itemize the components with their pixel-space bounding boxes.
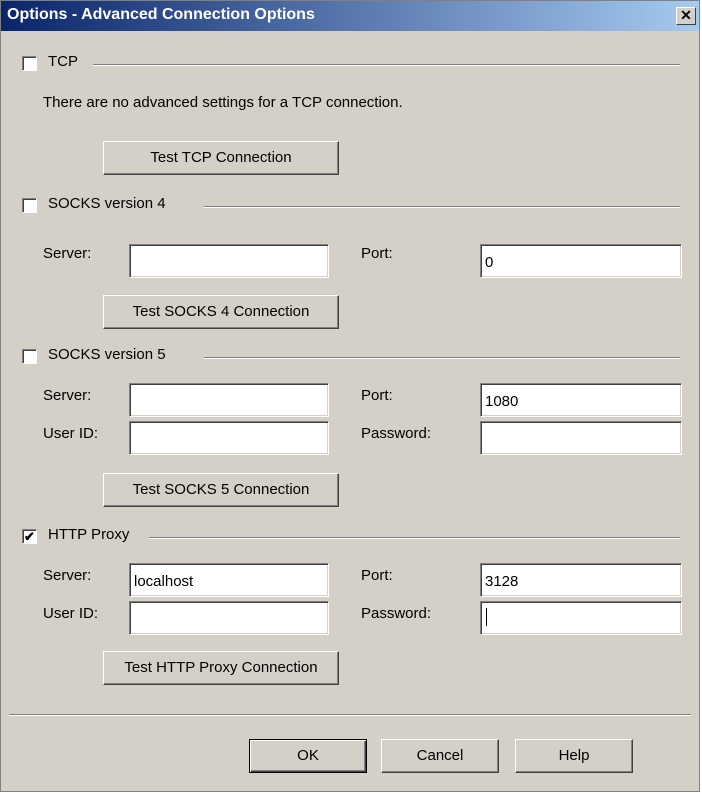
- http-userid-input[interactable]: [129, 601, 329, 635]
- http-proxy-checkbox[interactable]: ✔: [22, 529, 37, 544]
- test-socks4-button[interactable]: Test SOCKS 4 Connection: [103, 295, 339, 329]
- tcp-group-label: TCP: [48, 53, 78, 70]
- socks5-server-input[interactable]: [129, 383, 329, 417]
- window-title: Options - Advanced Connection Options: [7, 6, 315, 23]
- http-port-input[interactable]: [480, 563, 682, 597]
- http-password-label: Password:: [361, 605, 432, 622]
- http-server-label: Server:: [43, 567, 92, 584]
- help-button[interactable]: Help: [515, 739, 633, 773]
- title-bar: Options - Advanced Connection Options ✕: [1, 1, 699, 31]
- options-dialog: Options - Advanced Connection Options ✕ …: [0, 0, 700, 792]
- text-cursor: [486, 608, 487, 626]
- socks5-password-input[interactable]: [480, 421, 682, 455]
- socks5-separator: [204, 357, 680, 359]
- socks4-server-input[interactable]: [129, 244, 329, 278]
- checkmark-icon: ✔: [24, 529, 35, 544]
- test-http-proxy-button[interactable]: Test HTTP Proxy Connection: [103, 651, 339, 685]
- http-proxy-group-label: HTTP Proxy: [48, 526, 130, 543]
- socks5-userid-input[interactable]: [129, 421, 329, 455]
- tcp-separator: [93, 64, 680, 66]
- socks5-group-label: SOCKS version 5: [48, 346, 166, 363]
- footer-separator: [9, 714, 691, 716]
- tcp-info-text: There are no advanced settings for a TCP…: [43, 94, 403, 111]
- socks4-checkbox[interactable]: [22, 198, 37, 213]
- socks5-server-label: Server:: [43, 387, 92, 404]
- socks4-port-label: Port:: [361, 245, 393, 262]
- cancel-button[interactable]: Cancel: [381, 739, 499, 773]
- socks5-port-input[interactable]: [480, 383, 682, 417]
- tcp-checkbox[interactable]: [22, 56, 37, 71]
- socks5-port-label: Port:: [361, 387, 393, 404]
- socks4-separator: [204, 206, 680, 208]
- http-port-label: Port:: [361, 567, 393, 584]
- test-socks5-button[interactable]: Test SOCKS 5 Connection: [103, 473, 339, 507]
- close-icon: ✕: [680, 7, 692, 23]
- socks5-userid-label: User ID:: [43, 425, 99, 442]
- socks5-checkbox[interactable]: [22, 349, 37, 364]
- socks4-port-input[interactable]: [480, 244, 682, 278]
- close-button[interactable]: ✕: [676, 7, 696, 25]
- ok-button[interactable]: OK: [249, 739, 367, 773]
- socks4-group-label: SOCKS version 4: [48, 195, 166, 212]
- http-proxy-separator: [149, 537, 680, 539]
- http-server-input[interactable]: [129, 563, 329, 597]
- socks4-server-label: Server:: [43, 245, 92, 262]
- test-tcp-button[interactable]: Test TCP Connection: [103, 141, 339, 175]
- socks5-password-label: Password:: [361, 425, 432, 442]
- http-userid-label: User ID:: [43, 605, 99, 622]
- http-password-input[interactable]: [480, 601, 682, 635]
